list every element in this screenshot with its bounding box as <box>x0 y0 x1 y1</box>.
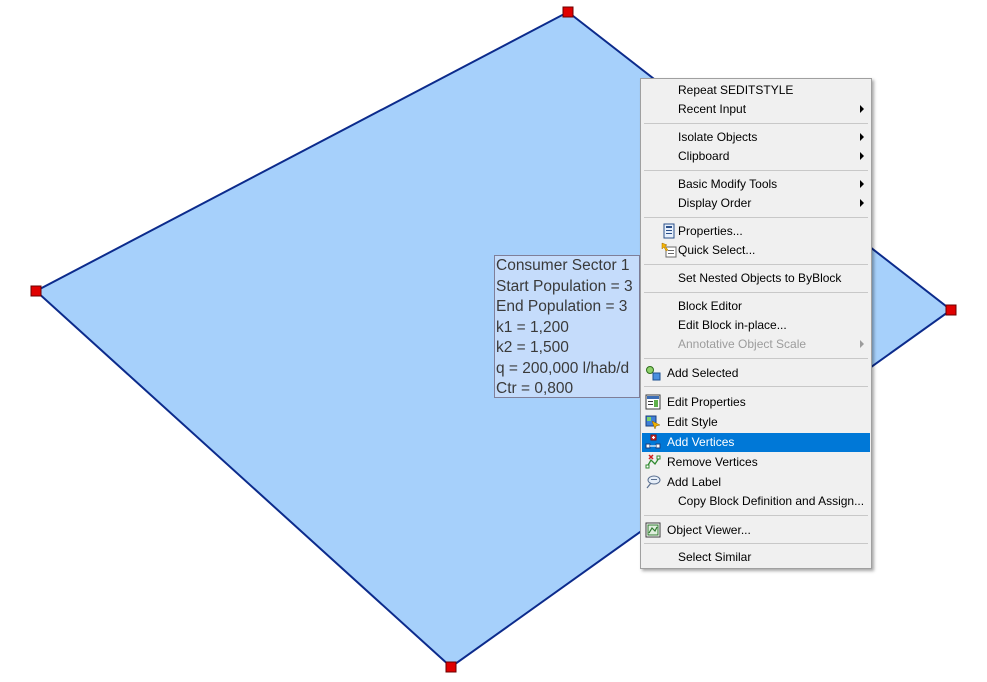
label-line: End Population = 3 <box>496 298 628 315</box>
menu-item-edit-properties[interactable]: Edit Properties <box>642 393 870 412</box>
menu-item-label: Isolate Objects <box>678 130 758 144</box>
menu-item-edit-style[interactable]: Edit Style <box>642 413 870 432</box>
menu-item-select-similar[interactable]: Select Similar <box>642 548 870 567</box>
menu-separator <box>644 358 868 359</box>
submenu-arrow-icon <box>860 152 864 160</box>
edit-style-icon <box>645 415 661 430</box>
menu-item-label: Edit Properties <box>667 395 746 409</box>
quick-select-icon <box>661 242 677 258</box>
label-line: Consumer Sector 1 <box>496 257 630 274</box>
vertex-grip-left[interactable] <box>30 285 42 297</box>
menu-item-add-vertices[interactable]: Add Vertices <box>642 433 870 452</box>
menu-item-copy-block-definition[interactable]: Copy Block Definition and Assign... <box>642 492 870 511</box>
add-vertices-icon <box>645 434 661 449</box>
menu-separator <box>644 543 868 544</box>
menu-item-label: Properties... <box>678 224 743 238</box>
menu-separator <box>644 217 868 218</box>
label-line: Start Population = 3 <box>496 277 633 295</box>
menu-item-clipboard[interactable]: Clipboard <box>642 147 870 166</box>
add-selected-icon <box>646 366 661 381</box>
menu-item-label: Edit Style <box>667 415 718 429</box>
menu-item-label: Select Similar <box>678 550 752 564</box>
edit-properties-icon <box>645 394 661 410</box>
remove-vertices-icon <box>645 454 661 469</box>
menu-separator <box>644 515 868 516</box>
menu-item-label: Copy Block Definition and Assign... <box>678 494 865 508</box>
label-line: q = 200,000 l/hab/d <box>496 359 630 377</box>
menu-item-label: Quick Select... <box>678 243 756 257</box>
submenu-arrow-icon <box>860 105 864 113</box>
menu-item-annotative-object-scale: Annotative Object Scale <box>642 335 870 354</box>
menu-item-edit-block-in-place[interactable]: Edit Block in-place... <box>642 316 870 335</box>
vertex-grip-bottom[interactable] <box>445 661 457 673</box>
menu-item-label: Recent Input <box>678 102 747 116</box>
menu-item-label: Set Nested Objects to ByBlock <box>678 271 842 285</box>
sector-label[interactable]: Consumer Sector 1 Start Population = 3 E… <box>494 255 640 398</box>
submenu-arrow-icon <box>860 180 864 188</box>
menu-item-label: Remove Vertices <box>667 455 758 469</box>
menu-item-label: Object Viewer... <box>667 523 751 537</box>
menu-separator <box>644 170 868 171</box>
menu-item-recent-input[interactable]: Recent Input <box>642 100 870 119</box>
label-line: k2 = 1,500 <box>496 339 569 356</box>
menu-item-label: Add Label <box>667 475 722 489</box>
menu-item-label: Block Editor <box>678 299 743 313</box>
vertex-grip-right[interactable] <box>945 304 957 316</box>
context-menu: Repeat SEDITSTYLE Recent Input Isolate O… <box>640 78 872 569</box>
submenu-arrow-icon <box>860 133 864 141</box>
menu-item-block-editor[interactable]: Block Editor <box>642 297 870 316</box>
submenu-arrow-icon <box>860 340 864 348</box>
menu-item-label: Display Order <box>678 196 752 210</box>
menu-item-basic-modify-tools[interactable]: Basic Modify Tools <box>642 175 870 194</box>
menu-item-label: Clipboard <box>678 149 730 163</box>
menu-item-isolate-objects[interactable]: Isolate Objects <box>642 128 870 147</box>
label-line: Ctr = 0,800 <box>496 380 574 397</box>
menu-item-add-label[interactable]: Add Label <box>642 473 870 492</box>
menu-item-quick-select[interactable]: Quick Select... <box>642 241 870 260</box>
vertex-grip-top[interactable] <box>562 6 574 18</box>
menu-item-set-nested-objects[interactable]: Set Nested Objects to ByBlock <box>642 269 870 288</box>
label-line: k1 = 1,200 <box>496 318 569 336</box>
menu-item-label: Annotative Object Scale <box>678 337 807 351</box>
menu-item-label: Add Selected <box>667 366 739 380</box>
menu-item-properties[interactable]: Properties... <box>642 222 870 241</box>
menu-item-display-order[interactable]: Display Order <box>642 194 870 213</box>
menu-item-label: Add Vertices <box>667 435 735 449</box>
submenu-arrow-icon <box>860 199 864 207</box>
object-viewer-icon <box>645 522 661 538</box>
menu-item-remove-vertices[interactable]: Remove Vertices <box>642 453 870 472</box>
menu-separator <box>644 292 868 293</box>
menu-item-add-selected[interactable]: Add Selected <box>642 364 870 383</box>
menu-item-label: Edit Block in-place... <box>678 318 787 332</box>
menu-item-label: Basic Modify Tools <box>678 177 778 191</box>
menu-item-repeat-seditstyle[interactable]: Repeat SEDITSTYLE <box>642 81 870 100</box>
menu-item-label: Repeat SEDITSTYLE <box>678 83 794 97</box>
menu-separator <box>644 386 868 387</box>
menu-separator <box>644 123 868 124</box>
add-label-icon <box>646 475 661 489</box>
menu-separator <box>644 264 868 265</box>
properties-icon <box>663 223 675 239</box>
menu-item-object-viewer[interactable]: Object Viewer... <box>642 521 870 540</box>
